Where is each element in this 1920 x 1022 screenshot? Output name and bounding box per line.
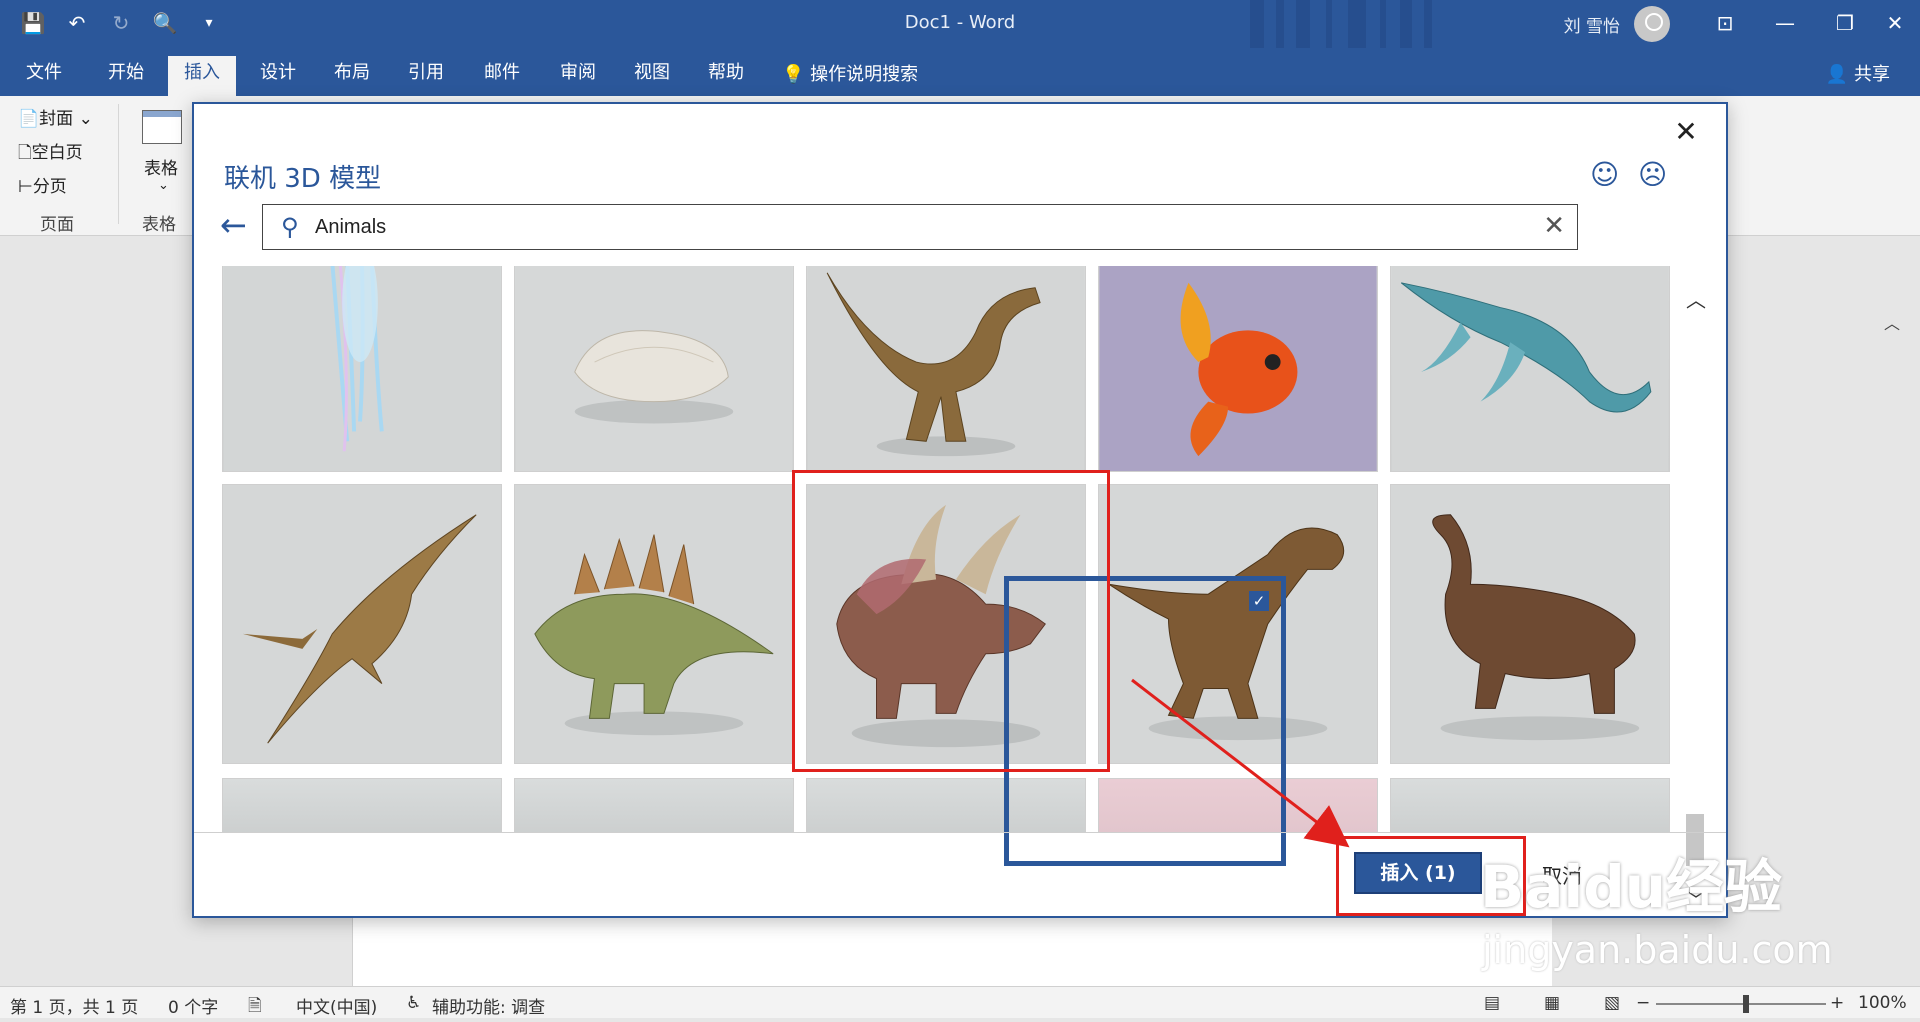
clear-search-icon[interactable]: ✕ <box>1543 211 1565 241</box>
page-break-icon: ⊢ <box>18 177 33 197</box>
tab-home[interactable]: 开始 <box>92 56 160 96</box>
velociraptor-image <box>807 266 1085 471</box>
zoom-out-icon[interactable]: − <box>1636 993 1650 1013</box>
page-group-label: 页面 <box>40 215 74 235</box>
plesiosaur-image <box>1391 266 1669 471</box>
tab-review[interactable]: 审阅 <box>544 56 612 96</box>
close-window-icon[interactable]: ✕ <box>1870 6 1920 40</box>
watermark-url: jingyan.baidu.com <box>1482 928 1833 972</box>
word-count[interactable]: 0 个字 <box>168 993 218 1018</box>
ribbon-separator <box>118 104 119 224</box>
model-tile-goldfish[interactable] <box>1098 266 1378 472</box>
ankylosaurus-image <box>1391 485 1669 763</box>
smile-feedback-icon[interactable]: ☺ <box>1590 158 1619 191</box>
tab-layout[interactable]: 布局 <box>318 56 386 96</box>
minimize-icon[interactable]: — <box>1760 6 1810 40</box>
title-bar: 💾 ↶ ↻ 🔍 ▾ Doc1 - Word 刘 雪怡 ⊡ — ❐ ✕ <box>0 0 1920 100</box>
stegosaurus-image <box>515 485 793 763</box>
shell-image <box>515 266 793 471</box>
tell-me-search[interactable]: 💡 操作说明搜索 <box>782 60 918 86</box>
avatar[interactable] <box>1634 6 1670 42</box>
zoom-in-icon[interactable]: + <box>1830 993 1844 1013</box>
scroll-up-icon[interactable]: ︿ <box>1684 284 1708 313</box>
model-tile-stegosaurus[interactable] <box>514 484 794 764</box>
lightbulb-icon: 💡 <box>782 64 811 85</box>
zoom-slider[interactable] <box>1656 1003 1826 1005</box>
user-name[interactable]: 刘 雪怡 <box>1564 12 1620 37</box>
ribbon-tabs: 文件 开始 插入 设计 布局 引用 邮件 审阅 视图 帮助 💡 操作说明搜索 👤… <box>0 48 1920 96</box>
cover-page-icon: 📄 <box>18 109 40 129</box>
model-tile[interactable] <box>222 778 502 832</box>
status-bar: 第 1 页，共 1 页 0 个字 🗎 中文(中国) ♿ 辅助功能: 调查 ▤ ▦… <box>0 986 1920 1018</box>
share-button[interactable]: 👤 共享 <box>1826 60 1890 86</box>
table-group-label: 表格 <box>142 215 176 235</box>
print-layout-icon[interactable]: ▦ <box>1544 993 1560 1013</box>
model-tile-pterodactyl[interactable] <box>222 484 502 764</box>
frown-feedback-icon[interactable]: ☹ <box>1638 158 1667 191</box>
tab-mailings[interactable]: 邮件 <box>468 56 536 96</box>
table-icon[interactable] <box>142 110 182 144</box>
tab-design[interactable]: 设计 <box>244 56 312 96</box>
search-input[interactable] <box>315 214 1495 240</box>
table-button[interactable]: 表格 <box>144 154 178 179</box>
tab-help[interactable]: 帮助 <box>692 56 760 96</box>
dialog-title: 联机 3D 模型 <box>224 164 382 194</box>
back-arrow-icon[interactable]: ← <box>220 206 247 244</box>
tab-insert[interactable]: 插入 <box>168 56 236 96</box>
page-count[interactable]: 第 1 页，共 1 页 <box>10 993 138 1018</box>
accessibility-label[interactable]: 辅助功能: 调查 <box>432 993 545 1018</box>
cover-page-button[interactable]: 📄封面 ⌄ <box>18 104 93 129</box>
model-tile-jellyfish[interactable] <box>222 266 502 472</box>
read-mode-icon[interactable]: ▤ <box>1484 993 1500 1013</box>
share-label: 共享 <box>1854 64 1890 85</box>
tab-view[interactable]: 视图 <box>618 56 686 96</box>
model-tile[interactable] <box>514 778 794 832</box>
highlight-box <box>792 470 1110 772</box>
watermark-logo: Baidu经验 <box>1480 853 1783 921</box>
model-tile-plesiosaur[interactable] <box>1390 266 1670 472</box>
accessibility-icon[interactable]: ♿ <box>406 993 421 1013</box>
language-label[interactable]: 中文(中国) <box>296 993 377 1018</box>
ribbon-display-icon[interactable]: ⊡ <box>1700 6 1750 40</box>
close-icon[interactable]: ✕ <box>1666 112 1706 152</box>
search-icon: ⚲ <box>281 213 299 241</box>
tab-references[interactable]: 引用 <box>392 56 460 96</box>
model-tile-shell[interactable] <box>514 266 794 472</box>
web-layout-icon[interactable]: ▧ <box>1604 993 1620 1013</box>
checkbox-checked-icon[interactable]: ✓ <box>1249 591 1269 611</box>
zoom-slider-thumb[interactable] <box>1743 995 1749 1013</box>
model-tile-velociraptor[interactable] <box>806 266 1086 472</box>
pterodactyl-image <box>223 485 501 763</box>
model-tile-ankylosaurus[interactable] <box>1390 484 1670 764</box>
goldfish-image <box>1099 266 1377 471</box>
person-icon: 👤 <box>1825 64 1854 85</box>
page-break-button[interactable]: ⊢分页 <box>18 172 67 197</box>
search-box: ⚲ ✕ <box>262 204 1578 250</box>
scrollbar[interactable]: ︿ ﹀ <box>1684 274 1708 912</box>
jellyfish-image <box>223 266 501 471</box>
model-tile[interactable] <box>1390 778 1670 832</box>
tell-me-label: 操作说明搜索 <box>810 64 919 85</box>
collapse-ribbon-icon[interactable]: ︿ <box>1884 310 1900 334</box>
dialog-divider <box>194 832 1726 833</box>
window-title: Doc1 - Word <box>904 12 1016 33</box>
tab-file[interactable]: 文件 <box>10 56 78 96</box>
restore-icon[interactable]: ❐ <box>1820 6 1870 40</box>
table-dropdown-icon[interactable]: ⌄ <box>158 178 169 193</box>
blank-page-button[interactable]: 🗋空白页 <box>18 138 83 169</box>
blank-page-icon: 🗋 <box>18 143 32 163</box>
zoom-level[interactable]: 100% <box>1858 993 1907 1013</box>
